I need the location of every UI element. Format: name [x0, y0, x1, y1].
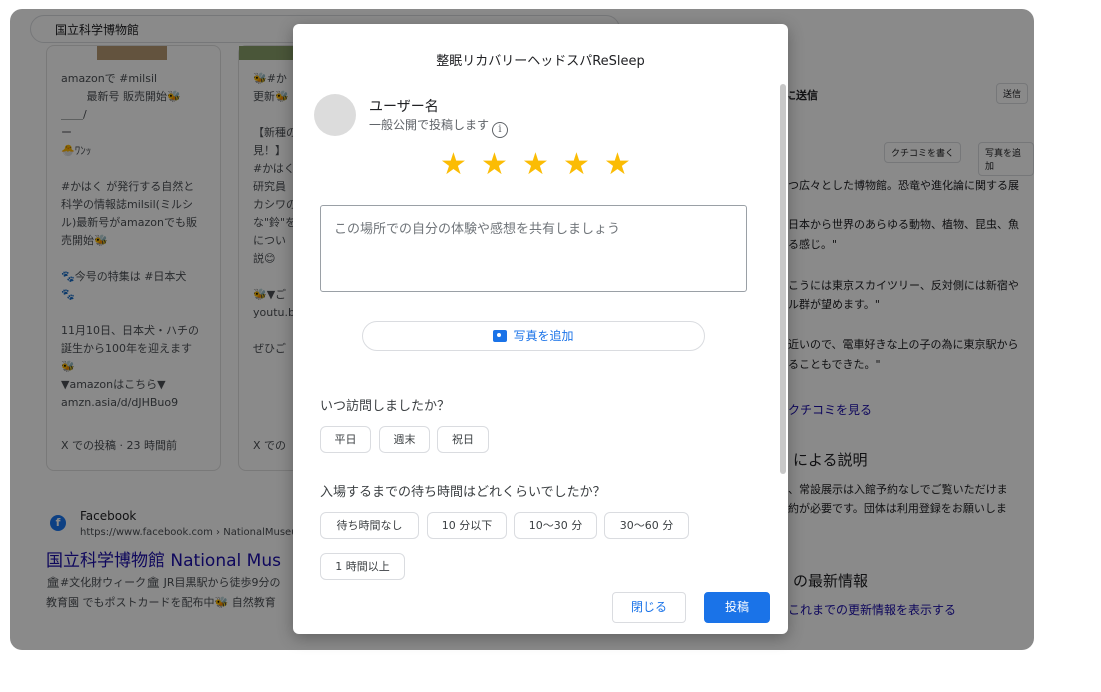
option-chip[interactable]: 週末 [379, 426, 430, 453]
user-name: ユーザー名 [369, 99, 439, 115]
wait-question: 入場するまでの待ち時間はどれくらいでしたか？ [320, 485, 606, 500]
star-4-icon[interactable]: ★ [560, 148, 593, 182]
star-2-icon[interactable]: ★ [478, 148, 511, 182]
option-chip[interactable]: 待ち時間なし [320, 512, 419, 539]
add-photo-button[interactable]: 写真を追加 [362, 321, 705, 351]
dialog-title: 整眠リカバリーヘッドスパReSleep [436, 54, 645, 69]
public-posting-note: 一般公開で投稿します i [369, 116, 509, 138]
post-button[interactable]: 投稿 [704, 592, 770, 623]
option-chip[interactable]: 30～60 分 [604, 512, 689, 539]
star-3-icon[interactable]: ★ [519, 148, 552, 182]
option-chip[interactable]: 10 分以下 [427, 512, 507, 539]
option-chip[interactable]: 1 時間以上 [320, 553, 405, 580]
info-icon[interactable]: i [492, 122, 509, 138]
add-photo-icon [493, 330, 508, 342]
option-chip[interactable]: 平日 [320, 426, 371, 453]
option-chip[interactable]: 10～30 分 [514, 512, 597, 539]
close-button[interactable]: 閉じる [612, 592, 686, 623]
review-text-input[interactable]: この場所での自分の体験や感想を共有しましょう [320, 205, 747, 292]
star-rating: ★ ★ ★ ★ ★ [437, 148, 634, 182]
avatar [314, 94, 356, 136]
review-dialog: 整眠リカバリーヘッドスパReSleep ユーザー名 一般公開で投稿します i ★ ★… [293, 24, 788, 634]
public-note-text: 一般公開で投稿します [369, 118, 490, 132]
dialog-scrollbar[interactable] [780, 84, 786, 474]
visit-question: いつ訪問しましたか？ [320, 399, 451, 414]
option-chip[interactable]: 祝日 [437, 426, 489, 453]
add-photo-label: 写真を追加 [513, 329, 574, 343]
star-5-icon[interactable]: ★ [601, 148, 634, 182]
star-1-icon[interactable]: ★ [437, 148, 470, 182]
